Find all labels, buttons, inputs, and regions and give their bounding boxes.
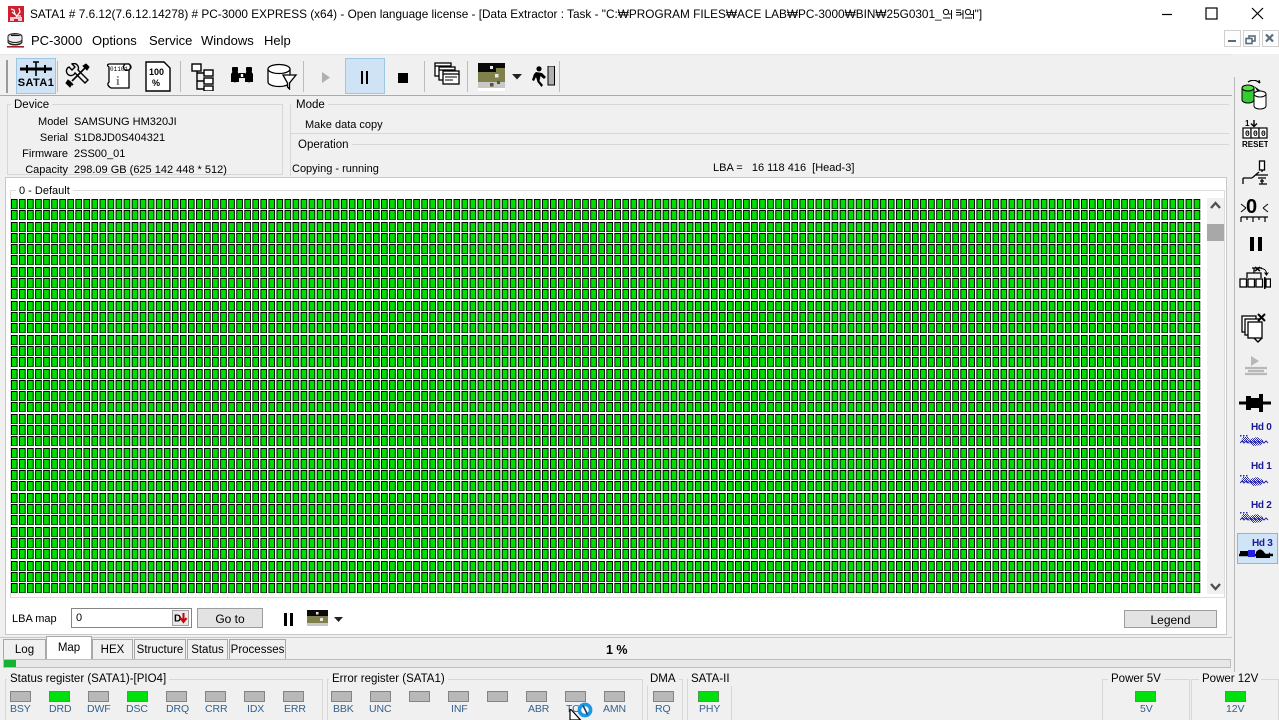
svg-text:1: 1 bbox=[1245, 119, 1250, 128]
svg-text:0: 0 bbox=[1253, 130, 1258, 139]
svg-text:0: 0 bbox=[1261, 130, 1266, 139]
svg-text:0: 0 bbox=[1245, 130, 1250, 139]
svg-text:RESET: RESET bbox=[1242, 140, 1268, 148]
svg-text:01101: 01101 bbox=[110, 66, 128, 73]
svg-text:%: % bbox=[152, 78, 160, 88]
svg-text:0: 0 bbox=[1246, 196, 1257, 218]
svg-text:i: i bbox=[116, 73, 120, 88]
svg-text:100: 100 bbox=[149, 67, 164, 77]
